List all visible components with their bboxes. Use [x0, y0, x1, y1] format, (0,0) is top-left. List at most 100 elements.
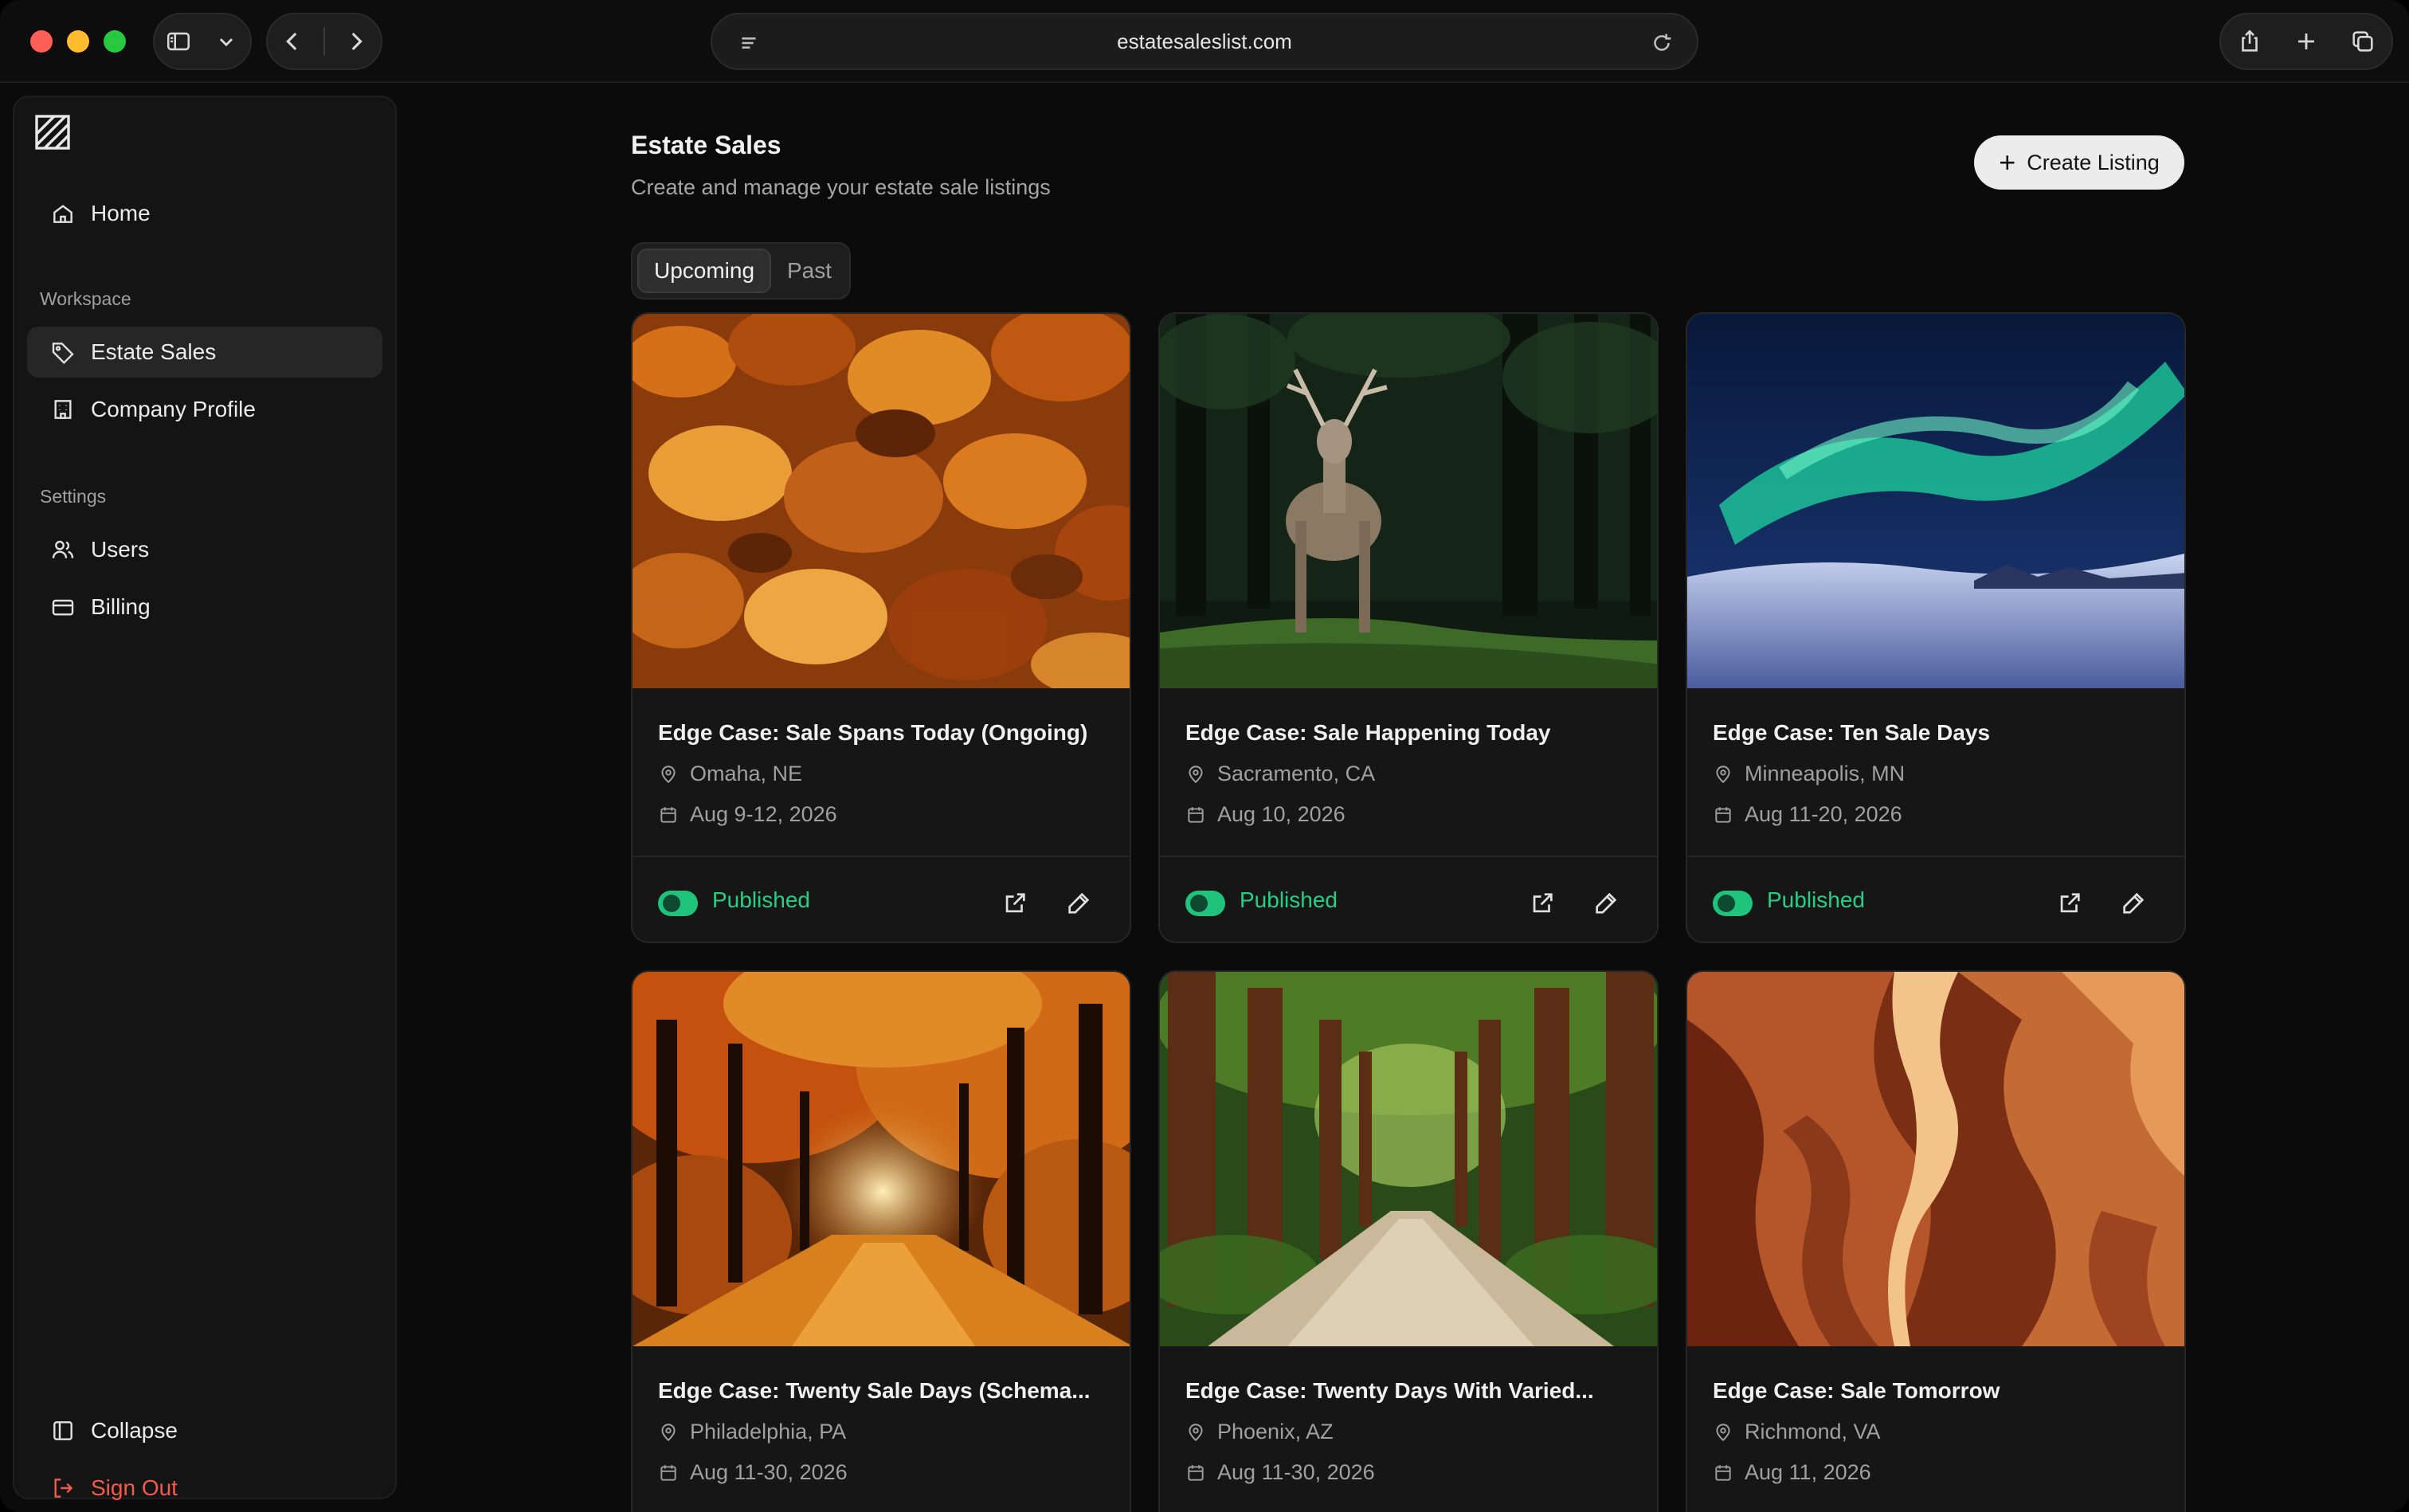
sidebar-item-label: Sign Out — [91, 1475, 178, 1500]
listing-title: Edge Case: Sale Tomorrow — [1713, 1378, 2000, 1403]
sidebar-item-billing[interactable]: Billing — [27, 582, 382, 633]
sidebar-item-label: Users — [91, 537, 150, 562]
sidebar-item-label: Billing — [91, 594, 151, 619]
browser-actions — [2219, 13, 2393, 70]
tab-upcoming[interactable]: Upcoming — [637, 249, 771, 293]
calendar-icon — [1715, 806, 1731, 823]
workspace-section-heading: Workspace — [40, 288, 131, 309]
listing-dates: Aug 11-20, 2026 — [1745, 802, 1902, 826]
create-listing-label: Create Listing — [2027, 150, 2160, 174]
credit-card-icon — [49, 593, 76, 621]
address-bar[interactable]: estatesaleslist.com — [711, 13, 1698, 70]
listing-location: Sacramento, CA — [1217, 762, 1376, 785]
sidebar-toggle-button[interactable] — [153, 13, 252, 70]
sidebar-item-label: Home — [91, 201, 151, 225]
page-title: Estate Sales — [631, 131, 781, 159]
page-subtitle: Create and manage your estate sale listi… — [631, 175, 1051, 199]
open-external-icon[interactable] — [2052, 886, 2087, 921]
listing-card-footer: Published — [1687, 856, 2184, 942]
publish-toggle[interactable] — [1185, 891, 1225, 916]
new-tab-icon[interactable] — [2289, 24, 2324, 59]
edit-pencil-icon[interactable] — [1061, 886, 1096, 921]
app-sidebar: Home Workspace Estate Sales Company Prof… — [13, 96, 397, 1500]
log-out-icon — [49, 1475, 76, 1502]
listing-title: Edge Case: Sale Spans Today (Ongoing) — [658, 720, 1088, 745]
listing-card-footer: Published — [633, 856, 1130, 942]
listing-location: Minneapolis, MN — [1745, 762, 1906, 785]
reload-icon[interactable] — [1644, 25, 1679, 61]
listing-dates: Aug 11-30, 2026 — [690, 1460, 848, 1484]
publish-toggle[interactable] — [658, 891, 698, 916]
status-label: Published — [712, 887, 810, 912]
listing-card[interactable]: Edge Case: Sale Happening Today Sacramen… — [1158, 312, 1659, 943]
map-pin-icon — [1716, 1423, 1730, 1441]
zoom-window-button[interactable] — [104, 30, 126, 53]
listing-title: Edge Case: Twenty Days With Varied... — [1185, 1378, 1594, 1403]
calendar-icon — [660, 1464, 676, 1481]
history-navigation — [266, 13, 382, 70]
minimize-window-button[interactable] — [67, 30, 89, 53]
close-window-button[interactable] — [30, 30, 53, 53]
tab-past[interactable]: Past — [776, 249, 843, 293]
listing-location: Phoenix, AZ — [1217, 1420, 1334, 1443]
listing-title: Edge Case: Twenty Sale Days (Schema... — [658, 1378, 1091, 1403]
users-icon — [49, 536, 76, 563]
edit-pencil-icon[interactable] — [2116, 886, 2151, 921]
listing-location: Philadelphia, PA — [690, 1420, 847, 1443]
share-icon[interactable] — [2232, 24, 2267, 59]
tab-overview-icon[interactable] — [2345, 24, 2380, 59]
map-pin-icon — [1189, 1423, 1203, 1441]
listing-card[interactable]: Edge Case: Twenty Sale Days (Schema... P… — [631, 970, 1131, 1512]
listing-card[interactable]: Edge Case: Sale Tomorrow Richmond, VA Au… — [1686, 970, 2186, 1512]
company-logo[interactable] — [33, 113, 73, 153]
sidebar-icon — [161, 24, 196, 59]
edit-pencil-icon[interactable] — [1588, 886, 1624, 921]
sidebar-item-users[interactable]: Users — [27, 524, 382, 575]
calendar-icon — [1188, 806, 1204, 823]
calendar-icon — [1188, 1464, 1204, 1481]
listing-dates: Aug 10, 2026 — [1217, 802, 1346, 826]
back-icon[interactable] — [275, 24, 310, 59]
sidebar-item-company-profile[interactable]: Company Profile — [27, 384, 382, 435]
open-external-icon[interactable] — [997, 886, 1032, 921]
listing-image — [1687, 972, 2184, 1346]
plus-icon: + — [1999, 146, 2016, 178]
open-external-icon[interactable] — [1525, 886, 1560, 921]
create-listing-button[interactable]: + Create Listing — [1974, 135, 2184, 190]
chevron-down-icon[interactable] — [209, 24, 244, 59]
url-text: estatesaleslist.com — [1117, 29, 1292, 53]
sidebar-item-home[interactable]: Home — [27, 188, 382, 239]
listing-card[interactable]: Edge Case: Sale Spans Today (Ongoing) Om… — [631, 312, 1131, 943]
sidebar-item-estate-sales[interactable]: Estate Sales — [27, 327, 382, 378]
listing-tabs: Upcoming Past — [631, 242, 851, 300]
listing-title: Edge Case: Sale Happening Today — [1185, 720, 1551, 745]
building-icon — [49, 396, 76, 423]
listing-location: Omaha, NE — [690, 762, 803, 785]
listing-image — [1160, 314, 1657, 688]
status-label: Published — [1240, 887, 1338, 912]
listing-dates: Aug 11-30, 2026 — [1217, 1460, 1375, 1484]
listing-image — [633, 314, 1130, 688]
settings-section-heading: Settings — [40, 486, 107, 507]
status-label: Published — [1767, 887, 1865, 912]
sidebar-item-label: Company Profile — [91, 397, 256, 421]
listing-title: Edge Case: Ten Sale Days — [1713, 720, 1991, 745]
calendar-icon — [660, 806, 676, 823]
sidebar-item-label: Estate Sales — [91, 339, 217, 364]
listing-card[interactable]: Edge Case: Ten Sale Days Minneapolis, MN… — [1686, 312, 2186, 943]
listing-image — [633, 972, 1130, 1346]
listing-dates: Aug 11, 2026 — [1745, 1460, 1871, 1484]
map-pin-icon — [661, 765, 676, 783]
sidebar-item-label: Collapse — [91, 1418, 178, 1443]
sign-out-button[interactable]: Sign Out — [27, 1463, 382, 1512]
calendar-icon — [1715, 1464, 1731, 1481]
home-icon — [49, 200, 76, 227]
listing-card[interactable]: Edge Case: Twenty Days With Varied... Ph… — [1158, 970, 1659, 1512]
forward-icon[interactable] — [339, 24, 374, 59]
browser-toolbar: estatesaleslist.com — [0, 0, 2409, 83]
map-pin-icon — [661, 1423, 676, 1441]
listing-image — [1687, 314, 2184, 688]
map-pin-icon — [1189, 765, 1203, 783]
publish-toggle[interactable] — [1713, 891, 1753, 916]
collapse-sidebar-button[interactable]: Collapse — [27, 1405, 382, 1456]
